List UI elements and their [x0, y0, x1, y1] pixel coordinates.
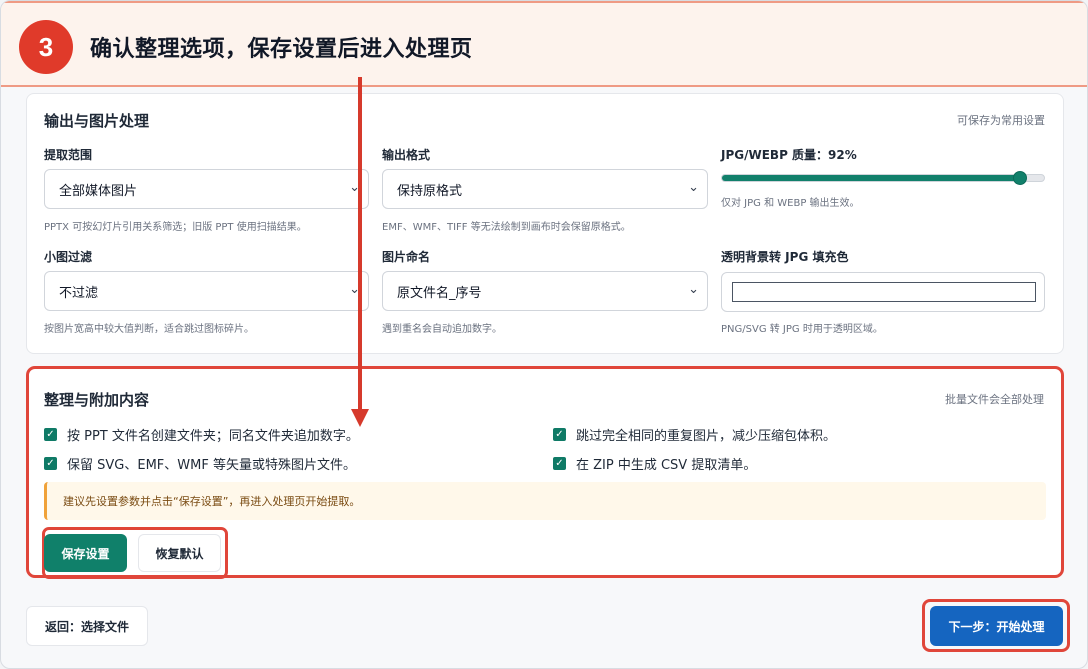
- small-filter-label: 小图过滤: [44, 250, 93, 264]
- organize-card: 整理与附加内容 批量文件会全部处理 ✓ 按 PPT 文件名创建文件夹；同名文件夹…: [26, 366, 1064, 579]
- extract-range-select[interactable]: 全部媒体图片 ⌄: [44, 169, 369, 209]
- output-format-value: 保持原格式: [397, 183, 463, 199]
- organize-card-aside: 批量文件会全部处理: [945, 393, 1044, 406]
- app-window: 3 确认整理选项，保存设置后进入处理页 输出与图片处理 可保存为常用设置 提取范…: [0, 0, 1088, 669]
- option-folder-per-file[interactable]: ✓ 按 PPT 文件名创建文件夹；同名文件夹追加数字。: [44, 425, 359, 444]
- option-label: 在 ZIP 中生成 CSV 提取清单。: [576, 458, 757, 473]
- checkmark-icon[interactable]: ✓: [44, 428, 57, 441]
- quality-slider-fill: [722, 175, 1021, 181]
- naming-hint: 遇到重名会自动追加数字。: [382, 324, 502, 335]
- checkmark-icon[interactable]: ✓: [553, 428, 566, 441]
- chevron-down-icon: ⌄: [688, 180, 699, 195]
- output-settings-card: 输出与图片处理 可保存为常用设置 提取范围 全部媒体图片 ⌄ PPTX 可按幻灯…: [26, 93, 1064, 354]
- chevron-down-icon: ⌄: [688, 282, 699, 297]
- option-label: 按 PPT 文件名创建文件夹；同名文件夹追加数字。: [67, 429, 359, 444]
- option-csv-manifest[interactable]: ✓ 在 ZIP 中生成 CSV 提取清单。: [553, 454, 756, 473]
- next-button[interactable]: 下一步：开始处理: [930, 606, 1063, 646]
- checkmark-icon[interactable]: ✓: [44, 457, 57, 470]
- small-filter-hint: 按图片宽高中较大值判断，适合跳过图标碎片。: [44, 324, 254, 335]
- organize-card-title: 整理与附加内容: [44, 391, 150, 409]
- down-arrow-icon: [358, 77, 362, 413]
- reset-defaults-button[interactable]: 恢复默认: [138, 534, 221, 572]
- down-arrow-head: [351, 409, 369, 427]
- extract-range-value: 全部媒体图片: [59, 183, 138, 199]
- output-card-aside: 可保存为常用设置: [957, 114, 1045, 127]
- extract-range-label: 提取范围: [44, 148, 93, 162]
- fill-color-swatch[interactable]: [732, 282, 1036, 302]
- fill-color-hint: PNG/SVG 转 JPG 时用于透明区域。: [721, 324, 883, 335]
- option-label: 保留 SVG、EMF、WMF 等矢量或特殊图片文件。: [67, 458, 356, 473]
- output-format-hint: EMF、WMF、TIFF 等无法绘制到画布时会保留原格式。: [382, 222, 631, 233]
- naming-select[interactable]: 原文件名_序号 ⌄: [382, 271, 708, 311]
- naming-value: 原文件名_序号: [397, 285, 482, 301]
- fill-color-label: 透明背景转 JPG 填充色: [721, 250, 849, 264]
- checkmark-icon[interactable]: ✓: [553, 457, 566, 470]
- extract-range-hint: PPTX 可按幻灯片引用关系筛选；旧版 PPT 使用扫描结果。: [44, 222, 307, 233]
- step-banner: 3 确认整理选项，保存设置后进入处理页: [1, 1, 1087, 87]
- fill-color-picker[interactable]: [721, 272, 1045, 312]
- option-skip-duplicates[interactable]: ✓ 跳过完全相同的重复图片，减少压缩包体积。: [553, 425, 836, 444]
- quality-slider-thumb[interactable]: [1013, 171, 1028, 185]
- option-keep-vector[interactable]: ✓ 保留 SVG、EMF、WMF 等矢量或特殊图片文件。: [44, 454, 356, 473]
- step-title: 确认整理选项，保存设置后进入处理页: [90, 37, 473, 62]
- small-filter-select[interactable]: 不过滤 ⌄: [44, 271, 369, 311]
- output-card-title: 输出与图片处理: [44, 112, 150, 130]
- quality-label: JPG/WEBP 质量：92%: [721, 148, 857, 162]
- output-format-select[interactable]: 保持原格式 ⌄: [382, 169, 708, 209]
- small-filter-value: 不过滤: [59, 285, 99, 301]
- back-button[interactable]: 返回：选择文件: [26, 606, 148, 646]
- quality-slider[interactable]: [721, 171, 1045, 185]
- naming-label: 图片命名: [382, 250, 431, 264]
- step-number-badge: 3: [19, 20, 73, 74]
- output-format-label: 输出格式: [382, 148, 431, 162]
- quality-hint: 仅对 JPG 和 WEBP 输出生效。: [721, 198, 860, 209]
- option-label: 跳过完全相同的重复图片，减少压缩包体积。: [576, 429, 837, 444]
- save-notice: 建议先设置参数并点击“保存设置”，再进入处理页开始提取。: [44, 482, 1046, 520]
- save-settings-button[interactable]: 保存设置: [44, 534, 127, 572]
